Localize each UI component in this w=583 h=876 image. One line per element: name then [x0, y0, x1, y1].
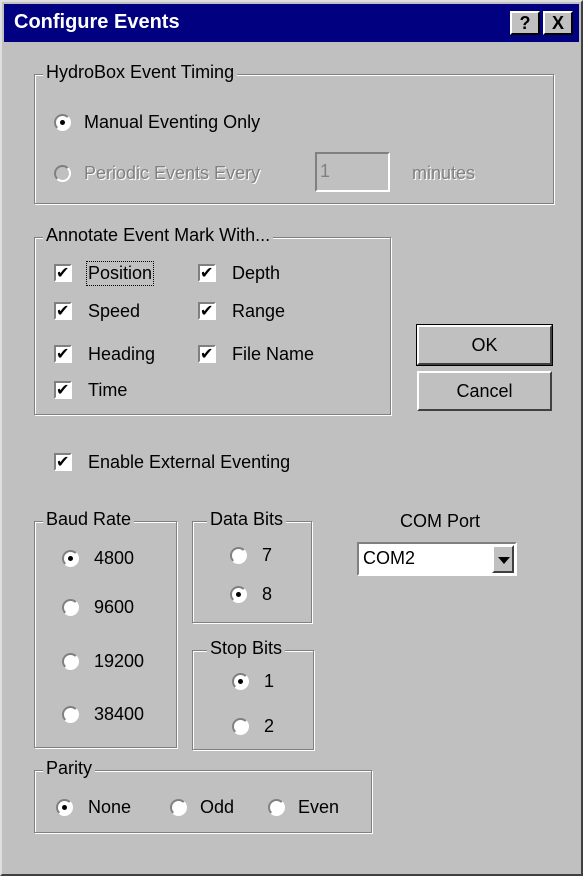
- baud-19200-radio[interactable]: [62, 653, 79, 670]
- stop-bits-1-radio[interactable]: [232, 673, 249, 690]
- baud-rate-legend: Baud Rate: [43, 509, 135, 530]
- com-port-select[interactable]: COM2: [357, 542, 517, 576]
- stop-bits-2-radio[interactable]: [232, 718, 249, 735]
- parity-legend: Parity: [43, 758, 96, 779]
- baud-38400-label[interactable]: 38400: [94, 704, 144, 725]
- manual-eventing-radio[interactable]: [54, 114, 71, 131]
- data-bits-8-radio[interactable]: [230, 586, 247, 603]
- data-bits-7-radio[interactable]: [230, 547, 247, 564]
- speed-checkbox[interactable]: [54, 301, 72, 320]
- depth-checkbox[interactable]: [198, 263, 216, 282]
- stop-bits-legend: Stop Bits: [207, 638, 286, 659]
- baud-4800-radio[interactable]: [62, 550, 79, 567]
- ok-button[interactable]: OK: [416, 324, 553, 366]
- parity-even-radio[interactable]: [268, 799, 285, 816]
- heading-label[interactable]: Heading: [88, 344, 155, 365]
- parity-odd-radio[interactable]: [170, 799, 187, 816]
- baud-9600-label[interactable]: 9600: [94, 597, 134, 618]
- close-button[interactable]: X: [543, 11, 573, 35]
- chevron-down-icon[interactable]: [492, 545, 514, 573]
- manual-eventing-label[interactable]: Manual Eventing Only: [84, 112, 260, 133]
- periodic-events-label[interactable]: Periodic Events Every: [84, 163, 260, 184]
- depth-label[interactable]: Depth: [232, 263, 280, 284]
- baud-38400-radio[interactable]: [62, 706, 79, 723]
- periodic-minutes-input[interactable]: 1: [315, 152, 390, 192]
- external-eventing-label[interactable]: Enable External Eventing: [88, 452, 290, 473]
- time-label[interactable]: Time: [88, 380, 127, 401]
- parity-none-radio[interactable]: [56, 799, 73, 816]
- position-checkbox[interactable]: [54, 263, 72, 282]
- position-label[interactable]: Position: [85, 261, 155, 286]
- title-bar[interactable]: Configure Events ? X: [4, 4, 579, 42]
- minutes-unit-label: minutes: [412, 163, 476, 183]
- parity-odd-label[interactable]: Odd: [200, 797, 234, 818]
- speed-label[interactable]: Speed: [88, 301, 140, 322]
- baud-4800-label[interactable]: 4800: [94, 548, 134, 569]
- time-checkbox[interactable]: [54, 380, 72, 399]
- event-timing-group: HydroBox Event Timing: [34, 62, 554, 204]
- window-title: Configure Events: [14, 11, 180, 33]
- baud-19200-label[interactable]: 19200: [94, 651, 144, 672]
- data-bits-legend: Data Bits: [207, 509, 287, 530]
- filename-label[interactable]: File Name: [232, 344, 314, 365]
- data-bits-8-label[interactable]: 8: [262, 584, 272, 605]
- heading-checkbox[interactable]: [54, 344, 72, 363]
- stop-bits-1-label[interactable]: 1: [264, 671, 274, 692]
- com-port-value: COM2: [363, 548, 416, 568]
- configure-events-dialog: Configure Events ? X HydroBox Event Timi…: [0, 0, 583, 876]
- annotate-legend: Annotate Event Mark With...: [43, 225, 274, 246]
- baud-9600-radio[interactable]: [62, 599, 79, 616]
- data-bits-7-label[interactable]: 7: [262, 545, 272, 566]
- cancel-button[interactable]: Cancel: [417, 371, 552, 411]
- stop-bits-2-label[interactable]: 2: [264, 716, 274, 737]
- range-checkbox[interactable]: [198, 301, 216, 320]
- external-eventing-checkbox[interactable]: [54, 452, 72, 471]
- com-port-label: COM Port: [400, 511, 481, 531]
- range-label[interactable]: Range: [232, 301, 285, 322]
- parity-none-label[interactable]: None: [88, 797, 131, 818]
- parity-even-label[interactable]: Even: [298, 797, 339, 818]
- data-bits-group: Data Bits: [192, 509, 312, 623]
- periodic-events-radio[interactable]: [54, 165, 71, 182]
- event-timing-legend: HydroBox Event Timing: [43, 62, 238, 83]
- stop-bits-group: Stop Bits: [192, 638, 314, 750]
- help-button[interactable]: ?: [510, 11, 540, 35]
- filename-checkbox[interactable]: [198, 344, 216, 363]
